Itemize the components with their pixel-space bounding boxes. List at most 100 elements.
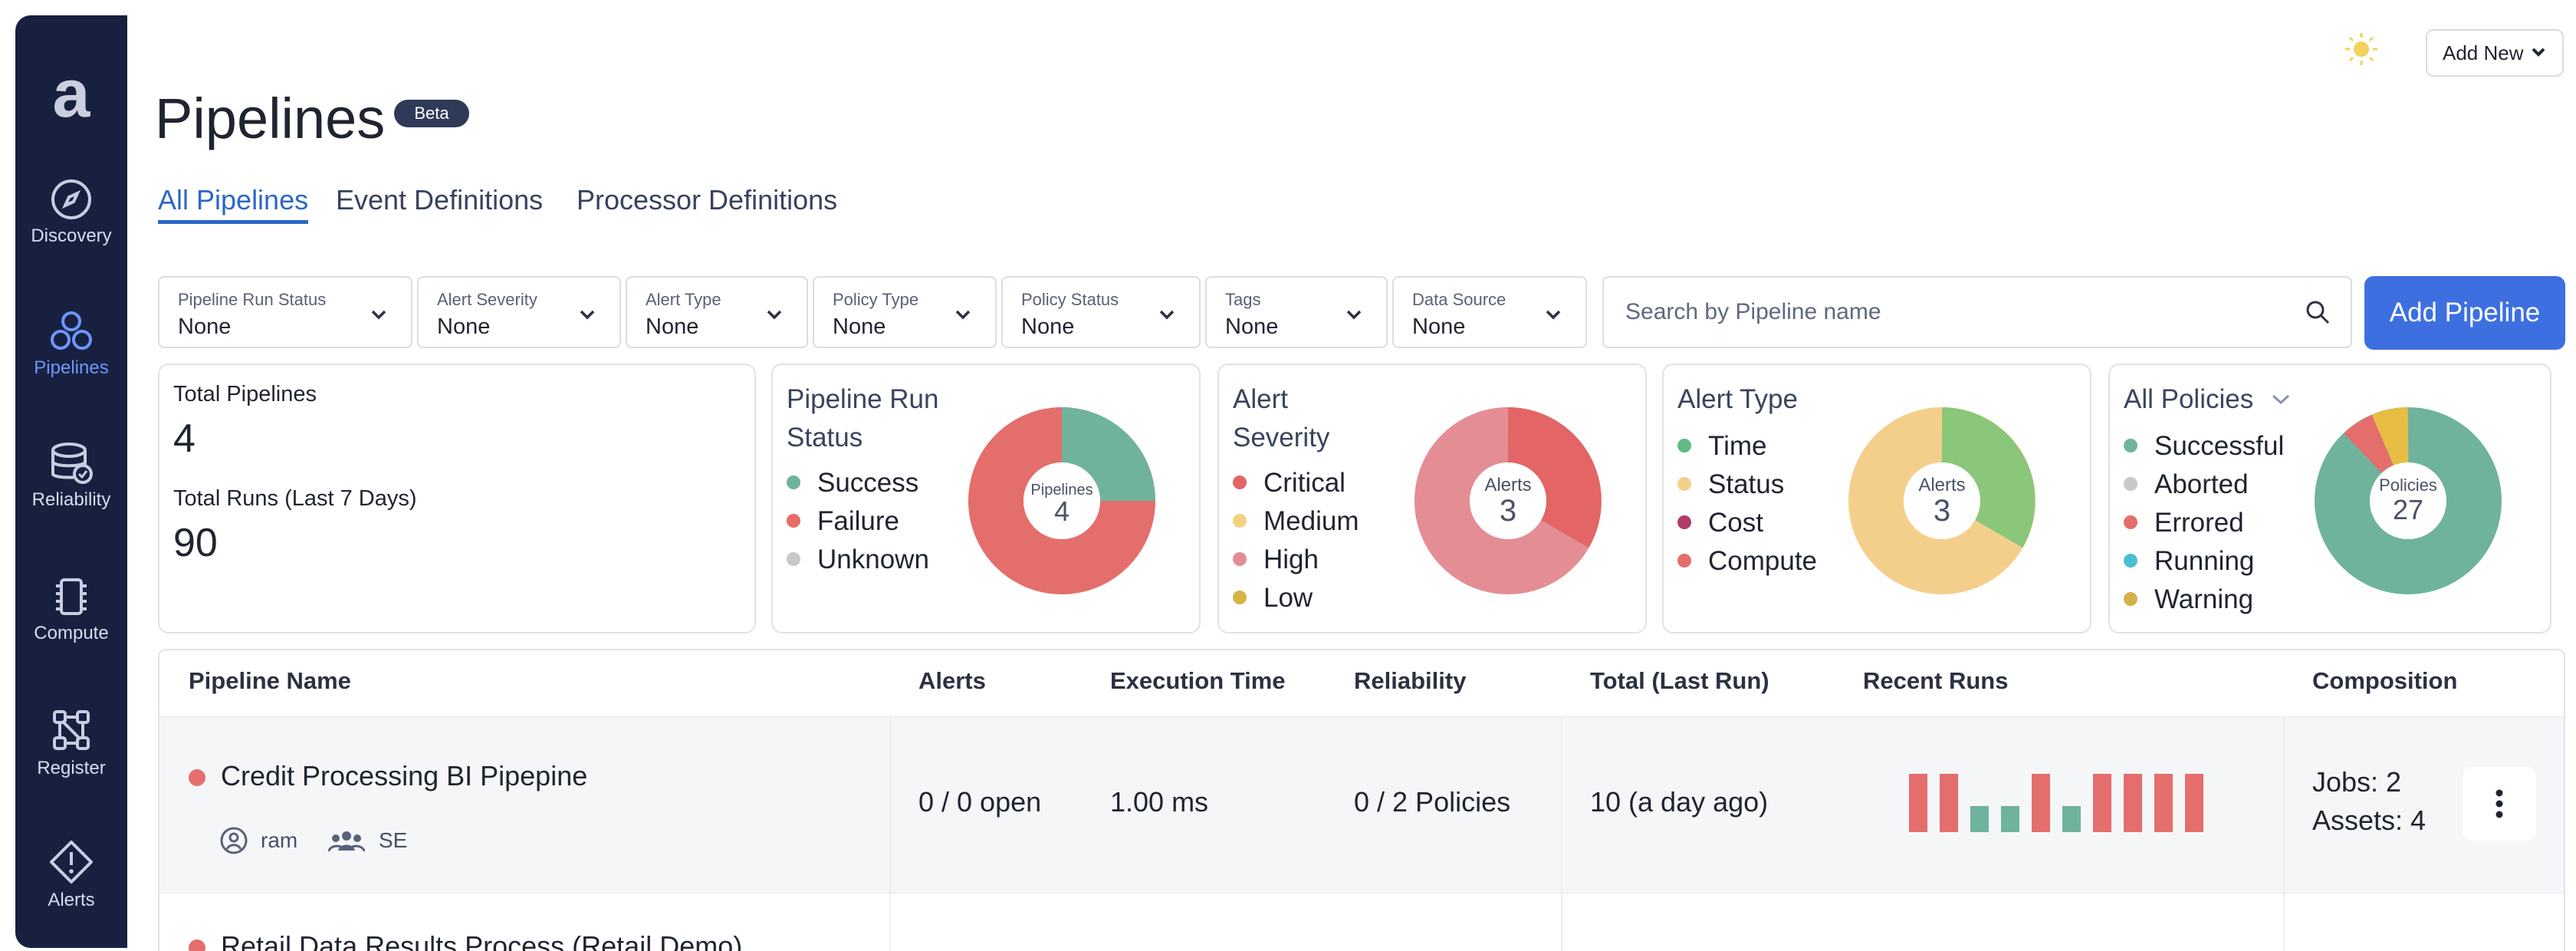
status-dot bbox=[189, 769, 205, 786]
search-input[interactable]: Search by Pipeline name bbox=[1602, 276, 2352, 348]
recent-run-bar[interactable] bbox=[2185, 774, 2203, 832]
execution-time-cell: 1.00 ms bbox=[1110, 786, 1209, 818]
legend-dot bbox=[1677, 515, 1691, 529]
recent-run-bar[interactable] bbox=[2154, 774, 2173, 832]
svg-text:3: 3 bbox=[1500, 494, 1516, 528]
alert-type-filter[interactable]: Alert Type None bbox=[626, 276, 808, 348]
filter-label: Tags bbox=[1225, 290, 1261, 309]
tab-processor-definitions[interactable]: Processor Definitions bbox=[577, 184, 837, 216]
svg-text:27: 27 bbox=[2393, 494, 2423, 525]
sidebar-item-label: Discovery bbox=[31, 225, 112, 246]
column-divider bbox=[889, 716, 891, 951]
legend-errored: Errored bbox=[2124, 508, 2244, 538]
legend-failure: Failure bbox=[787, 506, 899, 537]
lightbulb-icon[interactable] bbox=[2343, 31, 2380, 67]
column-divider bbox=[2283, 716, 2285, 951]
reliability-cell[interactable]: 0 / 2 Policies bbox=[1354, 786, 1510, 818]
pipeline-name[interactable]: Credit Processing BI Pipepine bbox=[221, 760, 587, 792]
beta-badge: Beta bbox=[394, 100, 469, 127]
column-recent-runs[interactable]: Recent Runs bbox=[1863, 667, 2008, 695]
column-composition[interactable]: Composition bbox=[2312, 667, 2457, 695]
team-icon bbox=[328, 831, 365, 852]
filter-value: None bbox=[833, 314, 886, 339]
pipeline-name[interactable]: Retail Data Results Process (Retail Demo… bbox=[221, 930, 742, 951]
chevron-down-icon bbox=[955, 310, 971, 320]
legend-success: Success bbox=[787, 468, 918, 499]
alert-severity-filter[interactable]: Alert Severity None bbox=[417, 276, 621, 348]
recent-run-bar[interactable] bbox=[2093, 774, 2111, 832]
column-alerts[interactable]: Alerts bbox=[918, 667, 986, 695]
legend-dot bbox=[1233, 475, 1247, 489]
recent-run-bar[interactable] bbox=[1909, 774, 1927, 832]
svg-text:3: 3 bbox=[1934, 494, 1950, 528]
tags-filter[interactable]: Tags None bbox=[1205, 276, 1388, 348]
legend-time: Time bbox=[1677, 431, 1766, 462]
sidebar-item-pipelines[interactable]: Pipelines bbox=[15, 310, 127, 379]
sidebar-item-compute[interactable]: Compute bbox=[15, 575, 127, 644]
legend-dot bbox=[1677, 553, 1691, 568]
card-title: Alert Type bbox=[1677, 384, 1798, 414]
tab-event-definitions[interactable]: Event Definitions bbox=[336, 184, 543, 216]
sidebar-item-label: Alerts bbox=[48, 890, 95, 910]
column-execution-time[interactable]: Execution Time bbox=[1110, 667, 1286, 695]
legend-running: Running bbox=[2124, 546, 2254, 577]
column-reliability[interactable]: Reliability bbox=[1354, 667, 1466, 695]
filter-label: Policy Type bbox=[833, 290, 919, 309]
legend-cost: Cost bbox=[1677, 508, 1763, 538]
svg-text:Policies: Policies bbox=[2379, 476, 2437, 495]
row-actions-button[interactable] bbox=[2463, 767, 2536, 841]
recent-run-bar[interactable] bbox=[2062, 806, 2081, 832]
svg-text:Alerts: Alerts bbox=[1918, 475, 1965, 495]
filter-label: Pipeline Run Status bbox=[178, 290, 327, 309]
policies-dropdown[interactable]: All Policies bbox=[2124, 380, 2292, 419]
sidebar-item-label: Pipelines bbox=[34, 357, 109, 378]
alert-severity-donut: Alerts 3 bbox=[1414, 407, 1602, 594]
legend-dot bbox=[1677, 476, 1691, 491]
tab-all-pipelines[interactable]: All Pipelines bbox=[158, 184, 309, 224]
recent-run-bar[interactable] bbox=[1940, 774, 1958, 832]
legend-dot bbox=[2124, 438, 2137, 452]
legend-dot bbox=[787, 475, 800, 489]
pipeline-run-status-donut: Pipelines 4 bbox=[968, 407, 1155, 594]
all-policies-donut: Policies 27 bbox=[2315, 407, 2502, 594]
filter-value: None bbox=[1225, 314, 1279, 339]
network-icon bbox=[53, 710, 90, 750]
pipelines-icon bbox=[51, 311, 92, 350]
total-runs-value: 90 bbox=[173, 521, 218, 565]
status-dot bbox=[189, 939, 205, 951]
column-pipeline-name[interactable]: Pipeline Name bbox=[189, 667, 351, 695]
chevron-down-icon bbox=[371, 310, 386, 320]
column-total-last-run[interactable]: Total (Last Run) bbox=[1590, 667, 1769, 695]
recent-run-bar[interactable] bbox=[2124, 774, 2142, 832]
data-source-filter[interactable]: Data Source None bbox=[1392, 276, 1587, 348]
filter-value: None bbox=[646, 314, 699, 339]
add-new-dropdown[interactable]: Add New bbox=[2426, 29, 2564, 77]
legend-dot bbox=[787, 551, 800, 566]
sidebar-item-reliability[interactable]: Reliability bbox=[15, 442, 127, 511]
legend-dot bbox=[1233, 551, 1247, 566]
legend-unknown: Unknown bbox=[787, 545, 929, 575]
sidebar-item-discovery[interactable]: Discovery bbox=[15, 178, 127, 247]
add-pipeline-button[interactable]: Add Pipeline bbox=[2364, 276, 2565, 350]
total-pipelines-value: 4 bbox=[173, 416, 196, 461]
compass-icon bbox=[51, 179, 91, 219]
alert-diamond-icon bbox=[50, 841, 93, 884]
total-runs-label: Total Runs (Last 7 Days) bbox=[173, 486, 417, 511]
chevron-down-icon bbox=[1546, 310, 1561, 320]
policy-status-filter[interactable]: Policy Status None bbox=[1001, 276, 1201, 348]
table-row[interactable]: Credit Processing BI Pipepine ram SE 0 /… bbox=[159, 716, 2564, 893]
legend-status: Status bbox=[1677, 469, 1784, 500]
pipeline-summary-card: Total Pipelines 4 Total Runs (Last 7 Day… bbox=[158, 364, 756, 633]
sidebar-item-alerts[interactable]: Alerts bbox=[15, 839, 127, 911]
policy-type-filter[interactable]: Policy Type None bbox=[813, 276, 997, 348]
recent-run-bar[interactable] bbox=[2001, 806, 2019, 832]
pipeline-run-status-card: Pipeline Run Status Success Failure Unkno… bbox=[771, 364, 1201, 633]
pipeline-run-status-filter[interactable]: Pipeline Run Status None bbox=[158, 276, 412, 348]
search-icon bbox=[2306, 301, 2330, 324]
table-row[interactable]: Retail Data Results Process (Retail Demo… bbox=[159, 893, 2564, 951]
recent-run-bar[interactable] bbox=[1970, 806, 1989, 832]
recent-run-bar[interactable] bbox=[2032, 774, 2050, 832]
filter-label: Alert Severity bbox=[437, 290, 537, 309]
sidebar-item-register[interactable]: Register bbox=[15, 707, 127, 779]
svg-text:Alerts: Alerts bbox=[1484, 475, 1531, 495]
